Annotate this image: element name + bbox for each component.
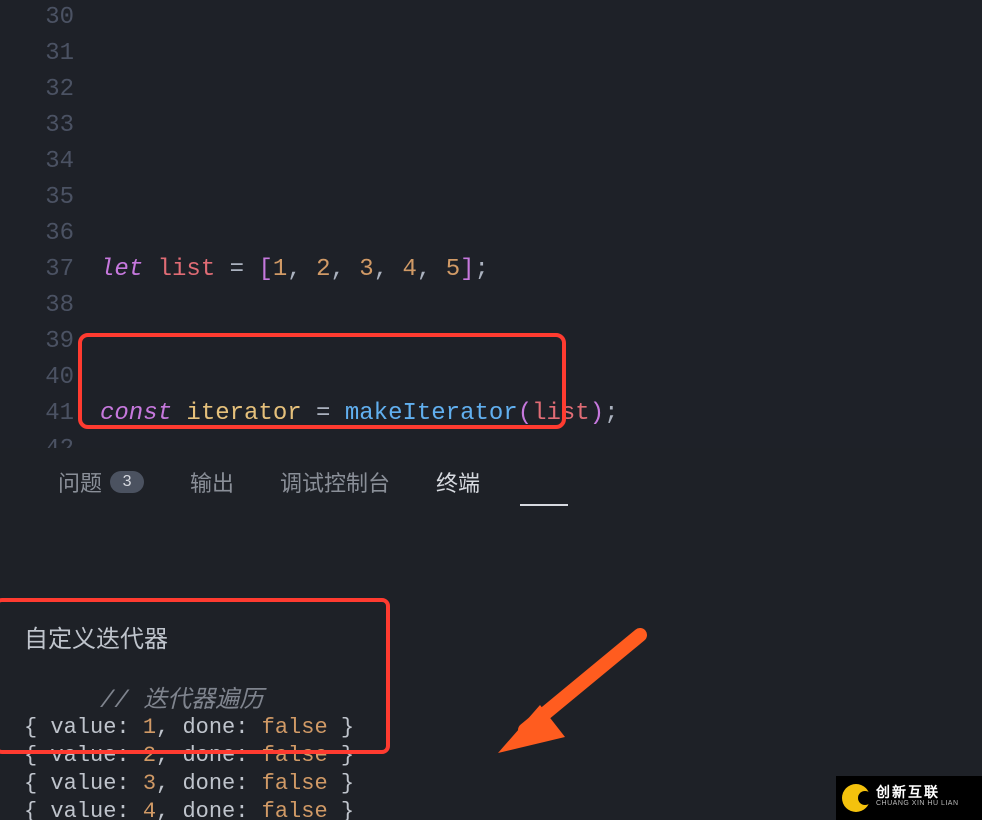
comma: , — [330, 256, 359, 283]
tab-terminal[interactable]: 终端 — [436, 466, 480, 498]
line-number: 41 — [0, 396, 74, 432]
watermark-text-en: CHUANG XIN HU LIAN — [876, 798, 959, 810]
panel-tabbar: 问题 3 输出 调试控制台 终端 — [0, 448, 982, 510]
line-number: 38 — [0, 288, 74, 324]
line-number: 31 — [0, 36, 74, 72]
code-line[interactable] — [100, 108, 982, 144]
code-editor[interactable]: 30 31 32 33 34 35 36 37 38 39 40 41 42 l… — [0, 0, 982, 448]
code-line[interactable]: const iterator = makeIterator(list); — [100, 396, 982, 432]
comma: , — [417, 256, 446, 283]
line-number-gutter: 30 31 32 33 34 35 36 37 38 39 40 41 42 — [0, 0, 100, 448]
code-line[interactable]: let list = [1, 2, 3, 4, 5]; — [100, 252, 982, 288]
line-number: 40 — [0, 360, 74, 396]
paren: ( — [518, 400, 532, 427]
comma: , — [374, 256, 403, 283]
paren: ) — [590, 400, 604, 427]
terminal-heading: 自定义迭代器 — [24, 626, 982, 654]
number: 5 — [446, 256, 460, 283]
line-number: 39 — [0, 324, 74, 360]
comma: , — [287, 256, 316, 283]
number: 3 — [359, 256, 373, 283]
line-number: 32 — [0, 72, 74, 108]
fn-call: makeIterator — [345, 400, 518, 427]
number: 4 — [403, 256, 417, 283]
bracket: [ — [258, 256, 272, 283]
active-tab-indicator — [520, 504, 568, 506]
semi: ; — [475, 256, 489, 283]
watermark-logo-icon — [842, 784, 870, 812]
identifier: list — [532, 400, 590, 427]
tab-debug-console[interactable]: 调试控制台 — [280, 466, 390, 498]
keyword: const — [100, 400, 172, 427]
identifier: iterator — [186, 400, 301, 427]
terminal-panel[interactable]: 自定义迭代器 { value: 1, done: false }{ value:… — [0, 510, 982, 820]
semi: ; — [604, 400, 618, 427]
identifier: list — [158, 256, 216, 283]
tab-label: 调试控制台 — [280, 466, 390, 498]
number: 2 — [316, 256, 330, 283]
tab-label: 问题 — [58, 466, 102, 498]
op: = — [302, 400, 345, 427]
problems-badge: 3 — [110, 471, 144, 493]
line-number: 34 — [0, 144, 74, 180]
tab-output[interactable]: 输出 — [190, 466, 234, 498]
tab-label: 输出 — [190, 466, 234, 498]
line-number: 33 — [0, 108, 74, 144]
terminal-output-line: { value: 1, done: false } — [24, 714, 982, 742]
line-number: 35 — [0, 180, 74, 216]
code-area[interactable]: let list = [1, 2, 3, 4, 5]; const iterat… — [100, 0, 982, 448]
line-number: 36 — [0, 216, 74, 252]
watermark-badge: 创新互联 CHUANG XIN HU LIAN — [836, 776, 982, 820]
bracket: ] — [460, 256, 474, 283]
tab-label: 终端 — [436, 466, 480, 498]
line-number: 37 — [0, 252, 74, 288]
op: = — [215, 256, 258, 283]
tab-problems[interactable]: 问题 3 — [58, 466, 144, 498]
terminal-output-line: { value: 2, done: false } — [24, 742, 982, 770]
line-number: 30 — [0, 0, 74, 36]
keyword: let — [100, 256, 143, 283]
number: 1 — [273, 256, 287, 283]
watermark-text-cn: 创新互联 — [876, 786, 959, 798]
